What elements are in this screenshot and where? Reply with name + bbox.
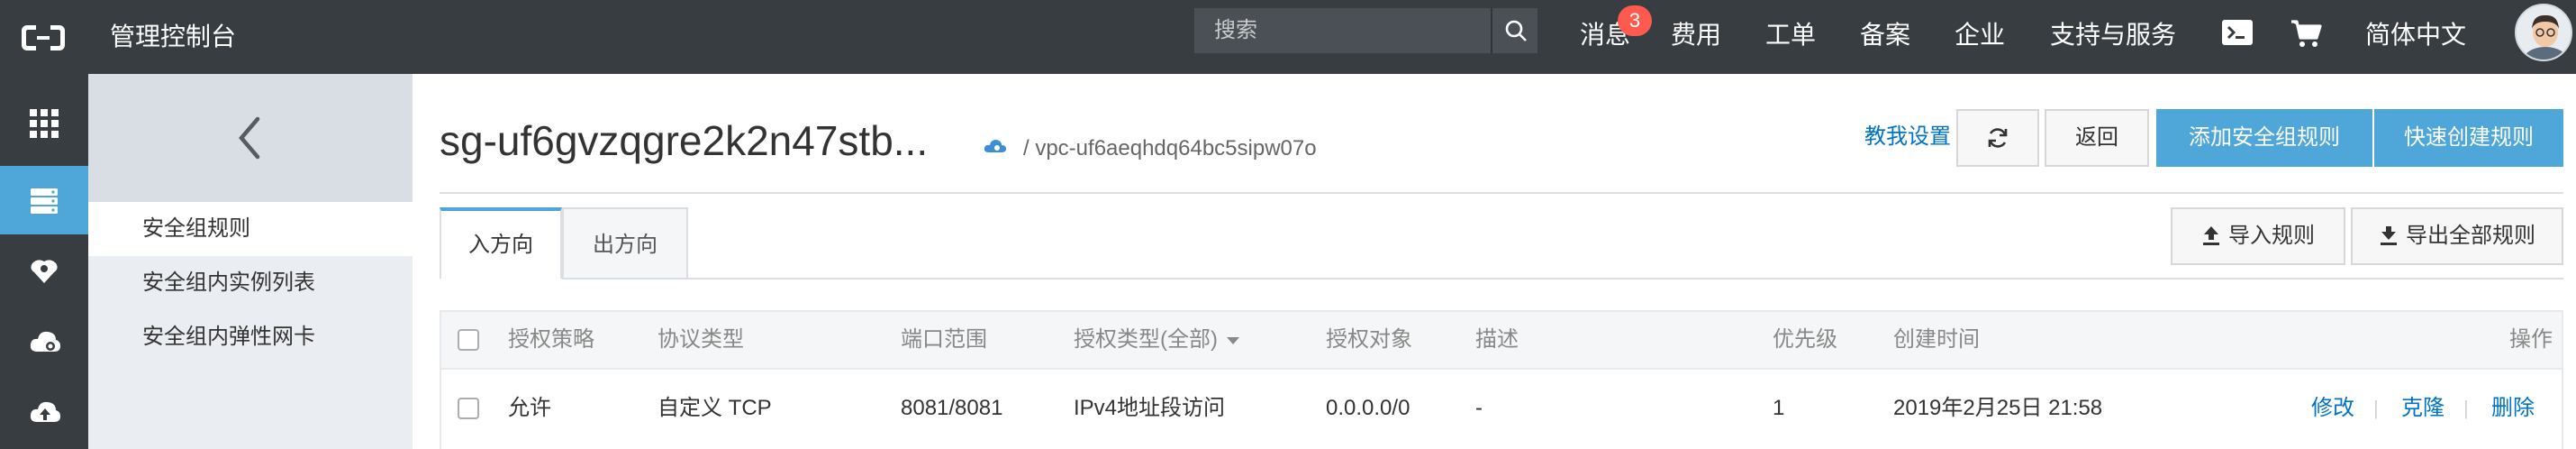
col-protocol: 协议类型 <box>658 327 744 352</box>
col-auth-type-label: 授权类型(全部) <box>1074 327 1218 352</box>
rail-ecs[interactable] <box>0 166 88 234</box>
sidebar-item-instances[interactable]: 安全组内实例列表 <box>88 256 413 310</box>
row-checkbox[interactable] <box>458 398 479 419</box>
delete-link[interactable]: 删除 <box>2491 370 2535 447</box>
nav-icp[interactable]: 备案 <box>1860 14 1910 56</box>
cloud-icon <box>30 331 60 352</box>
search-box[interactable] <box>1194 8 1492 53</box>
aliyun-logo-icon[interactable] <box>18 13 68 63</box>
col-description: 描述 <box>1475 327 1519 352</box>
action-separator: | <box>2463 397 2469 419</box>
sub-sidebar: 安全组规则 安全组内实例列表 安全组内弹性网卡 <box>88 74 413 449</box>
upload-icon <box>2203 225 2219 245</box>
tab-outbound[interactable]: 出方向 <box>562 207 688 279</box>
cell-description: - <box>1475 396 1483 420</box>
rail-cloud[interactable] <box>0 307 88 375</box>
select-all-checkbox[interactable] <box>458 329 479 351</box>
server-icon <box>31 188 58 214</box>
clone-link[interactable]: 克隆 <box>2401 370 2444 447</box>
cloud-upload-icon <box>30 401 60 422</box>
vpc-cloud-icon <box>984 137 1007 160</box>
console-title[interactable]: 管理控制台 <box>110 16 236 58</box>
nav-billing[interactable]: 费用 <box>1671 14 1721 56</box>
network-icon <box>31 260 58 283</box>
icon-rail <box>0 74 88 449</box>
rail-cdn[interactable] <box>0 377 88 445</box>
terminal-icon[interactable] <box>2221 18 2254 51</box>
sidebar-item-rules[interactable]: 安全组规则 <box>88 202 413 256</box>
col-created: 创建时间 <box>1893 327 1980 352</box>
tab-underline <box>440 278 2563 279</box>
col-port: 端口范围 <box>901 327 987 352</box>
edit-link[interactable]: 修改 <box>2311 370 2354 447</box>
import-rules-button[interactable]: 导入规则 <box>2171 207 2345 265</box>
cell-protocol: 自定义 TCP <box>658 396 772 420</box>
export-rules-label: 导出全部规则 <box>2406 224 2535 248</box>
export-rules-button[interactable]: 导出全部规则 <box>2351 207 2563 265</box>
cell-priority: 1 <box>1773 396 1785 420</box>
action-separator: | <box>2373 397 2379 419</box>
add-rule-button[interactable]: 添加安全组规则 <box>2156 109 2372 167</box>
rail-products[interactable] <box>0 88 88 157</box>
vpc-id[interactable]: / vpc-uf6aeqhdq64bc5sipw07o <box>1023 133 1317 164</box>
nav-support[interactable]: 支持与服务 <box>2050 14 2176 56</box>
cell-auth-object: 0.0.0.0/0 <box>1326 396 1410 420</box>
cell-auth-type: IPv4地址段访问 <box>1074 396 1226 420</box>
help-link[interactable]: 教我设置 <box>1864 121 1951 153</box>
col-actions: 操作 <box>2509 327 2553 352</box>
cell-port: 8081/8081 <box>901 396 1003 420</box>
header-divider <box>440 192 2563 194</box>
col-auth-object: 授权对象 <box>1326 327 1412 352</box>
table-row: 允许 自定义 TCP 8081/8081 IPv4地址段访问 0.0.0.0/0… <box>440 370 2563 449</box>
top-navbar: 管理控制台 消息 3 费用 工单 备案 企业 支持与服务 简体中文 <box>0 0 2576 74</box>
caret-down-icon <box>1226 336 1239 344</box>
page-title: sg-uf6gvzqgre2k2n47stb... <box>440 117 929 164</box>
sidebar-item-enis[interactable]: 安全组内弹性网卡 <box>88 310 413 364</box>
col-auth-type[interactable]: 授权类型(全部) <box>1074 312 1239 368</box>
table-header: 授权策略 协议类型 端口范围 授权类型(全部) 授权对象 描述 优先级 创建时间… <box>440 310 2563 370</box>
rail-network[interactable] <box>0 236 88 305</box>
quick-create-button[interactable]: 快速创建规则 <box>2374 109 2563 167</box>
grid-icon <box>30 109 59 138</box>
chevron-left-icon <box>239 116 260 160</box>
search-icon <box>1505 20 1527 41</box>
cart-icon[interactable] <box>2290 18 2322 53</box>
tab-inbound[interactable]: 入方向 <box>440 207 562 279</box>
col-priority: 优先级 <box>1773 327 1837 352</box>
import-rules-label: 导入规则 <box>2228 224 2315 248</box>
search-input[interactable] <box>1194 8 1486 53</box>
refresh-button[interactable] <box>1956 109 2039 167</box>
cell-policy: 允许 <box>508 396 551 420</box>
messages-badge: 3 <box>1618 5 1652 36</box>
search-button[interactable] <box>1491 8 1537 53</box>
cell-created: 2019年2月25日 21:58 <box>1893 396 2103 420</box>
refresh-icon <box>1988 127 2008 148</box>
download-icon <box>2381 225 2397 245</box>
user-avatar[interactable] <box>2515 4 2572 61</box>
nav-language[interactable]: 简体中文 <box>2365 14 2466 56</box>
col-policy: 授权策略 <box>508 327 594 352</box>
nav-tickets[interactable]: 工单 <box>1765 14 1816 56</box>
sidebar-collapse-button[interactable] <box>88 74 413 202</box>
nav-enterprise[interactable]: 企业 <box>1955 14 2005 56</box>
back-button[interactable]: 返回 <box>2045 109 2149 167</box>
